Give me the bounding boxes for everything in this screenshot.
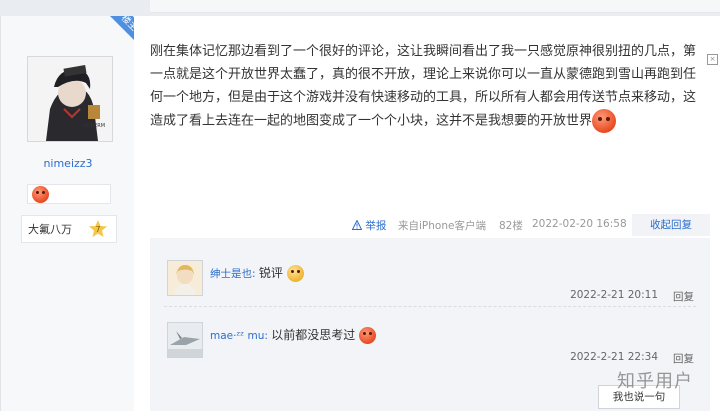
author-username[interactable]: nimeizz3 [1,157,135,170]
reply-item: mae·ᶻᶻ mu: 以前都没思考过 2022-2-21 22:34 回复 [150,310,710,368]
game-badge-icon [32,185,49,203]
reply-avatar[interactable] [167,322,203,358]
reply-avatar[interactable] [167,260,203,296]
reply-username[interactable]: 绅士是也 [210,268,252,280]
reply-divider [164,306,696,307]
reply-text: 以前都没思考过 [271,328,356,342]
reply-line: 绅士是也: 锐评 [210,264,304,282]
report-link[interactable]: 举报 [351,218,386,233]
reply-line: mae·ᶻᶻ mu: 以前都没思考过 [210,326,377,344]
close-icon[interactable]: × [707,54,718,65]
post-meta: 举报 来自iPhone客户端 82楼 2022-02-20 16:58 收起回复 [134,214,720,236]
angry-emoji-icon [592,109,617,133]
author-badge-bar [27,184,111,204]
post-time: 2022-02-20 16:58 [532,218,627,230]
svg-text:DOBERM: DOBERM [83,123,105,129]
post-body: × 刚在集体记忆那边看到了一个很好的评论，这让我瞬间看出了我一只感觉原神很别扭的… [134,16,720,411]
svg-text:7: 7 [95,225,100,234]
post-content: 刚在集体记忆那边看到了一个很好的评论，这让我瞬间看出了我一只感觉原神很别扭的几点… [150,40,705,133]
reply-button[interactable]: 回复 [673,289,694,304]
reply-time: 2022-2-21 22:34 [570,351,658,363]
op-ribbon: 楼主 [96,16,134,54]
author-level[interactable]: 大氟八万 7 [21,215,117,243]
author-sidebar: DOBERM nimeizz3 大氟八万 7 [0,16,136,411]
level-star-icon: 7 [89,220,107,237]
angry-emoji-icon [359,327,377,344]
reply-time: 2022-2-21 20:11 [570,289,658,301]
author-avatar[interactable]: DOBERM [27,56,113,142]
zhihu-watermark: 知乎用户 [617,371,693,392]
post-floor: 82楼 [499,220,523,232]
reply-text: 锐评 [258,266,283,280]
post-source: 来自iPhone客户端 [398,220,486,232]
warning-icon [351,219,363,230]
reply-username[interactable]: mae·ᶻᶻ mu [210,330,264,342]
reply-button[interactable]: 回复 [673,351,694,366]
level-label: 大氟八万 [28,223,72,236]
top-strip [150,0,720,13]
smug-emoji-icon [286,265,304,282]
fold-reply-button[interactable]: 收起回复 [632,214,710,236]
reply-item: 绅士是也: 锐评 2022-2-21 20:11 回复 [150,248,710,306]
